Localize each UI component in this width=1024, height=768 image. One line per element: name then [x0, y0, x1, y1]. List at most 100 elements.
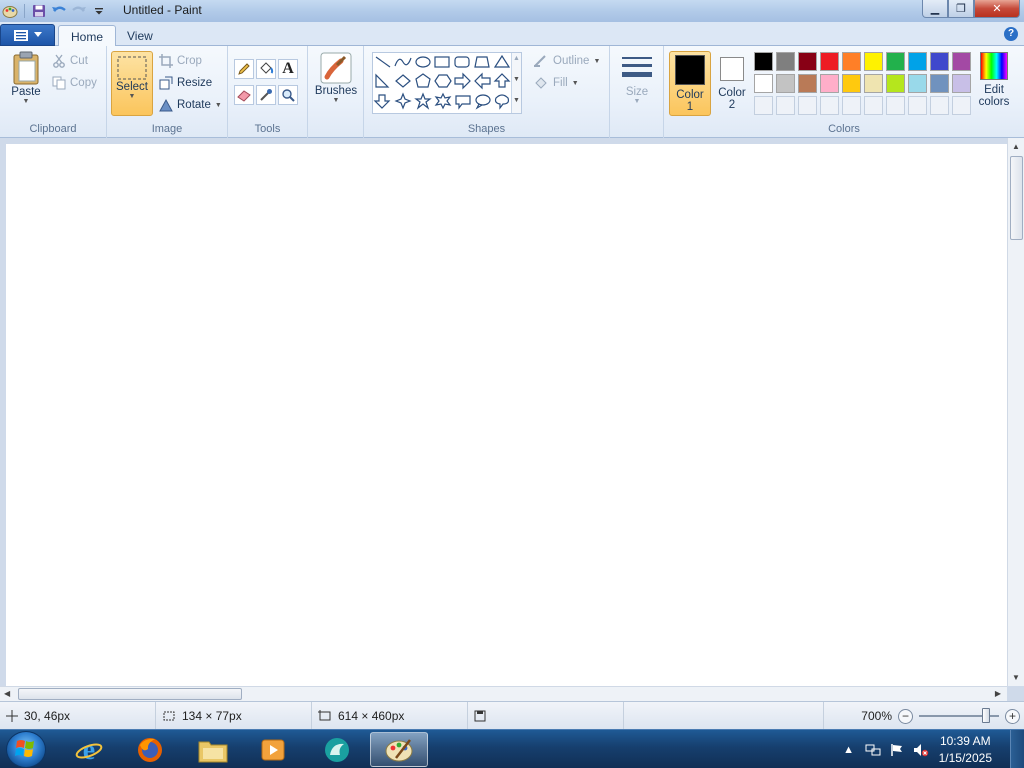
color-picker-icon[interactable] [256, 85, 276, 105]
start-button[interactable] [6, 731, 46, 768]
color-swatch[interactable] [952, 74, 971, 93]
zoom-out-icon[interactable]: − [898, 708, 913, 724]
custom-color-swatch[interactable] [776, 96, 795, 115]
color2-button[interactable]: Color 2 [714, 54, 750, 111]
color-swatch[interactable] [842, 74, 861, 93]
color-swatch[interactable] [798, 52, 817, 71]
scroll-left-icon[interactable]: ◀ [4, 689, 10, 698]
maximize-button[interactable]: ❐ [948, 0, 974, 18]
custom-color-swatch[interactable] [864, 96, 883, 115]
zoom-slider[interactable] [919, 708, 999, 723]
paint-menu-button[interactable] [0, 24, 55, 46]
color-swatch[interactable] [776, 52, 795, 71]
color1-button[interactable]: Color 1 [669, 51, 711, 116]
show-hidden-icons-icon[interactable]: ▲ [840, 741, 858, 759]
color-swatch[interactable] [776, 74, 795, 93]
color-swatch[interactable] [754, 52, 773, 71]
magnifier-icon[interactable] [278, 85, 298, 105]
color-swatch[interactable] [930, 52, 949, 71]
edit-colors-button[interactable]: Edit colors [976, 52, 1012, 108]
copy-button[interactable]: Copy [52, 74, 97, 92]
redo-icon[interactable] [71, 3, 87, 19]
firefox-icon[interactable] [123, 732, 177, 767]
custom-color-swatch[interactable] [952, 96, 971, 115]
cut-button[interactable]: Cut [52, 52, 88, 70]
color-swatch[interactable] [842, 52, 861, 71]
outline-button[interactable]: Outline ▼ [533, 52, 600, 70]
shapes-scroll-down-icon[interactable]: ▼ [513, 76, 520, 83]
save-icon[interactable] [31, 3, 47, 19]
color-swatch[interactable] [820, 52, 839, 71]
text-icon[interactable]: A [278, 59, 298, 79]
file-explorer-icon[interactable] [186, 732, 240, 767]
color-swatch[interactable] [886, 74, 905, 93]
help-icon[interactable]: ? [1004, 27, 1018, 41]
copy-label: Copy [70, 77, 97, 89]
media-player-icon[interactable] [246, 732, 300, 767]
vertical-scrollbar[interactable]: ▲ ▼ [1007, 138, 1024, 686]
horizontal-scrollbar[interactable]: ◀ ▶ [0, 686, 1007, 701]
rotate-button[interactable]: Rotate ▼ [159, 96, 222, 114]
scroll-right-icon[interactable]: ▶ [995, 689, 1001, 698]
show-desktop-button[interactable] [1010, 730, 1024, 768]
crop-button[interactable]: Crop [159, 52, 202, 70]
copy-icon [52, 76, 66, 90]
app-icon[interactable] [310, 732, 364, 767]
image-group: Select ▼ Crop Resize Rotate ▼ Image [107, 46, 228, 138]
clock[interactable]: 10:39 AM 1/15/2025 [939, 733, 992, 767]
color-swatch[interactable] [864, 52, 883, 71]
custom-color-swatch[interactable] [754, 96, 773, 115]
color-swatch[interactable] [754, 74, 773, 93]
shapes-scrollbar[interactable]: ▲ ▼ ▼ [511, 53, 521, 113]
internet-explorer-icon[interactable]: e [62, 732, 116, 767]
zoom-in-icon[interactable]: + [1005, 708, 1020, 724]
custom-color-swatch[interactable] [908, 96, 927, 115]
fill-button[interactable]: Fill ▼ [533, 74, 579, 92]
volume-muted-icon[interactable] [912, 741, 930, 759]
paint-icon[interactable] [370, 732, 428, 767]
shapes-more-icon[interactable]: ▼ [513, 97, 520, 104]
fill-bucket-icon[interactable] [256, 59, 276, 79]
select-icon [117, 56, 147, 80]
color1-swatch [675, 55, 705, 85]
custom-color-swatch[interactable] [930, 96, 949, 115]
horizontal-scroll-thumb[interactable] [18, 688, 242, 700]
drawing-canvas[interactable] [6, 144, 1007, 686]
brushes-button[interactable]: Brushes ▼ [313, 51, 359, 104]
network-icon[interactable] [864, 741, 882, 759]
selection-size-icon [163, 711, 175, 721]
fill-icon [535, 77, 547, 89]
color-swatch[interactable] [886, 52, 905, 71]
zoom-slider-thumb[interactable] [982, 708, 991, 723]
tab-view[interactable]: View [115, 25, 165, 47]
color-swatch[interactable] [908, 74, 927, 93]
custom-color-swatch[interactable] [798, 96, 817, 115]
scroll-down-icon[interactable]: ▼ [1012, 673, 1020, 682]
resize-label: Resize [177, 77, 213, 89]
paste-button[interactable]: Paste ▼ [6, 50, 46, 105]
color-swatch[interactable] [952, 52, 971, 71]
resize-button[interactable]: Resize [159, 74, 212, 92]
color-swatch[interactable] [820, 74, 839, 93]
color-swatch[interactable] [798, 74, 817, 93]
vertical-scroll-thumb[interactable] [1010, 156, 1023, 240]
tab-home[interactable]: Home [58, 25, 117, 47]
select-button[interactable]: Select ▼ [111, 51, 153, 116]
minimize-button[interactable]: ▁ [922, 0, 948, 18]
color-swatch[interactable] [908, 52, 927, 71]
close-button[interactable]: ✕ [974, 0, 1020, 18]
scroll-up-icon[interactable]: ▲ [1012, 142, 1020, 151]
eraser-icon[interactable] [234, 85, 254, 105]
undo-icon[interactable] [51, 3, 67, 19]
paint-app-icon[interactable] [2, 3, 18, 19]
customize-toolbar-icon[interactable] [91, 3, 107, 19]
size-button[interactable]: Size ▼ [618, 52, 656, 105]
custom-color-swatch[interactable] [886, 96, 905, 115]
pencil-icon[interactable] [234, 59, 254, 79]
shapes-scroll-up-icon[interactable]: ▲ [513, 55, 520, 62]
custom-color-swatch[interactable] [820, 96, 839, 115]
color-swatch[interactable] [930, 74, 949, 93]
action-center-flag-icon[interactable] [888, 741, 906, 759]
color-swatch[interactable] [864, 74, 883, 93]
custom-color-swatch[interactable] [842, 96, 861, 115]
